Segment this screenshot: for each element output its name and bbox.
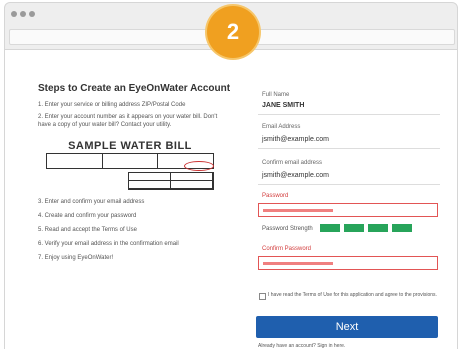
step-badge: 2 xyxy=(207,6,259,58)
step-item: 6. Verify your email address in the conf… xyxy=(38,241,179,247)
terms-checkbox[interactable] xyxy=(259,293,266,300)
password-strength-meter xyxy=(320,224,412,232)
step-item: 4. Create and confirm your password xyxy=(38,213,137,219)
email-field[interactable]: jsmith@example.com xyxy=(262,136,329,143)
email-underline xyxy=(258,148,440,149)
full-name-label: Full Name xyxy=(262,92,290,98)
confirm-email-field[interactable]: jsmith@example.com xyxy=(262,172,329,179)
step-item: 3. Enter and confirm your email address xyxy=(38,199,145,205)
email-label: Email Address xyxy=(262,124,301,130)
confirm-password-input[interactable] xyxy=(258,256,438,270)
strength-bar xyxy=(368,224,388,232)
maximize-dot-icon[interactable] xyxy=(29,11,35,17)
step-item: 7. Enjoy using EyeOnWater! xyxy=(38,255,114,261)
window-controls xyxy=(11,11,35,17)
strength-bar xyxy=(320,224,340,232)
password-label: Password xyxy=(262,193,289,199)
full-name-underline xyxy=(258,114,440,115)
next-button[interactable]: Next xyxy=(256,316,438,338)
steps-title: Steps to Create an EyeOnWater Account xyxy=(38,83,231,94)
sample-water-bill: SAMPLE WATER BILL xyxy=(46,140,214,192)
step-item: 5. Read and accept the Terms of Use xyxy=(38,227,137,233)
frame-border-right xyxy=(457,49,458,349)
strength-bar xyxy=(344,224,364,232)
strength-bar xyxy=(392,224,412,232)
full-name-field[interactable]: JANE SMITH xyxy=(262,102,304,109)
bill-cell xyxy=(171,181,213,189)
bill-cell xyxy=(129,173,171,181)
confirm-email-underline xyxy=(258,184,440,185)
terms-text: I have read the Terms of Use for this ap… xyxy=(268,292,437,298)
bill-cell xyxy=(47,154,103,168)
step-item: 2. Enter your account number as it appea… xyxy=(38,114,218,128)
bill-cell xyxy=(171,173,213,181)
confirm-password-label: Confirm Password xyxy=(262,246,312,252)
sign-in-link[interactable]: Already have an account? Sign in here. xyxy=(258,343,345,349)
step-item: 1. Enter your service or billing address… xyxy=(38,102,186,108)
frame-border-left xyxy=(4,49,5,349)
account-number-highlight xyxy=(184,161,214,171)
password-mask xyxy=(263,209,333,212)
bill-cell xyxy=(129,181,171,189)
bill-summary-box xyxy=(128,172,214,190)
confirm-email-label: Confirm email address xyxy=(262,160,323,166)
password-mask xyxy=(263,262,333,265)
bill-title: SAMPLE WATER BILL xyxy=(68,140,192,152)
password-input[interactable] xyxy=(258,203,438,217)
close-dot-icon[interactable] xyxy=(11,11,17,17)
bill-cell xyxy=(103,154,159,168)
password-strength-label: Password Strength xyxy=(262,226,313,232)
minimize-dot-icon[interactable] xyxy=(20,11,26,17)
